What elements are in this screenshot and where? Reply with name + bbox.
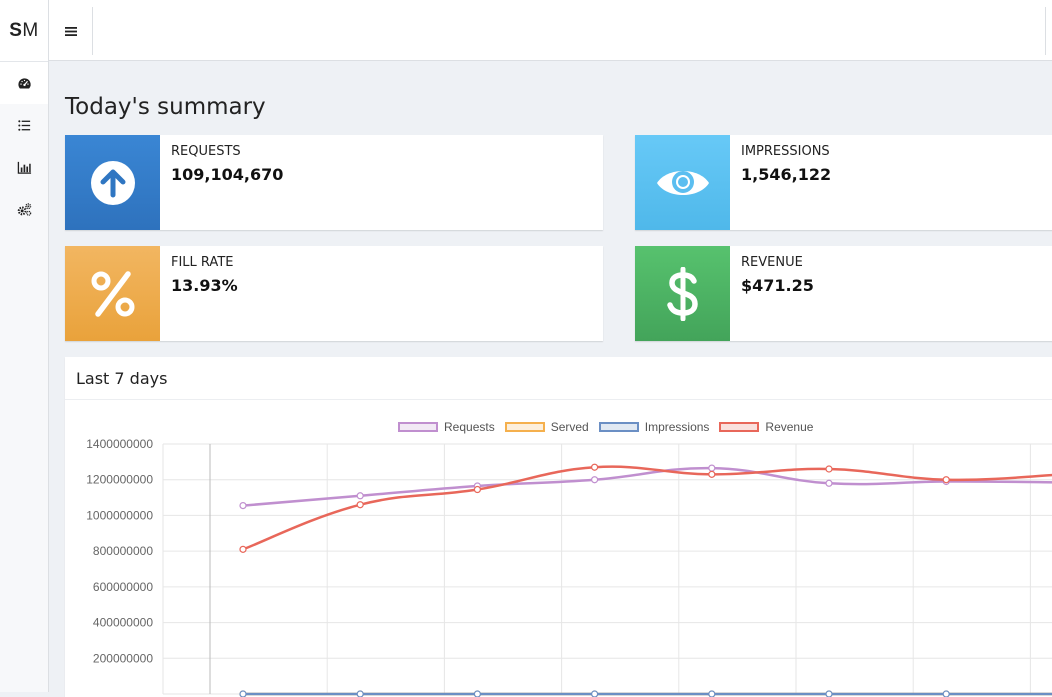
menu-toggle-button[interactable] (49, 7, 93, 55)
legend-item-revenue[interactable]: Revenue (719, 420, 813, 434)
eye-icon (656, 170, 709, 195)
y-tick-label: 800000000 (93, 544, 153, 558)
data-point-requests[interactable] (708, 464, 716, 472)
legend-item-requests[interactable]: Requests (398, 420, 495, 434)
impressions-card: IMPRESSIONS 1,546,122 (635, 135, 1052, 230)
data-point-requests[interactable] (590, 476, 599, 484)
logo-bold-letter: S (9, 19, 23, 41)
revenue-card: REVENUE $471.25 (635, 246, 1052, 341)
fill-rate-card-icon-box (65, 246, 160, 341)
legend-label: Revenue (765, 420, 814, 434)
requests-card-icon-box (65, 135, 160, 230)
data-point-requests[interactable] (239, 502, 247, 510)
hamburger-icon (64, 26, 77, 36)
impressions-label: IMPRESSIONS (741, 144, 830, 159)
legend-swatch (398, 422, 438, 432)
legend-label: Served (550, 420, 589, 434)
percent-icon (91, 270, 134, 317)
fill-rate-label: FILL RATE (171, 255, 234, 270)
revenue-value: $471.25 (741, 276, 814, 295)
logo-rest-letter: M (22, 19, 39, 41)
app-logo[interactable]: SM (0, 0, 48, 62)
data-point-requests[interactable] (356, 492, 364, 500)
legend-swatch (719, 422, 760, 432)
sidebar: SM (0, 0, 49, 692)
data-point-revenue[interactable] (473, 485, 481, 494)
y-tick-label: 200000000 (93, 651, 153, 665)
legend-label: Impressions (644, 420, 710, 434)
sidebar-item-dashboard[interactable] (0, 62, 48, 104)
chart-legend: Requests Served Impressions Revenue (398, 420, 823, 434)
gears-icon (17, 202, 31, 216)
data-point-revenue[interactable] (356, 501, 364, 509)
y-tick-label: 1200000000 (86, 473, 153, 487)
data-point-revenue[interactable] (942, 476, 950, 484)
series-line-requests (242, 466, 1052, 507)
dollar-icon (666, 266, 698, 321)
page-title: Today's summary (65, 94, 266, 120)
requests-label: REQUESTS (171, 144, 241, 159)
fill-rate-card: FILL RATE 13.93% (65, 246, 603, 341)
revenue-card-icon-box (635, 246, 730, 341)
requests-value: 109,104,670 (171, 165, 284, 184)
legend-item-impressions[interactable]: Impressions (598, 420, 710, 434)
y-tick-label: 1400000000 (86, 437, 153, 451)
requests-card: REQUESTS 109,104,670 (65, 135, 603, 230)
data-point-revenue[interactable] (708, 470, 716, 478)
bar-chart-icon (17, 161, 31, 174)
sidebar-item-settings[interactable] (0, 188, 48, 230)
legend-swatch (598, 422, 639, 432)
sidebar-item-list[interactable] (0, 104, 48, 146)
revenue-label: REVENUE (741, 255, 803, 270)
y-tick-label: 400000000 (93, 616, 153, 630)
y-tick-label: 600000000 (93, 580, 153, 594)
impressions-card-icon-box (635, 135, 730, 230)
legend-swatch (504, 422, 545, 432)
list-icon (17, 119, 30, 131)
line-chart: 1400000000 1200000000 1000000000 800000000 6… (86, 437, 1052, 697)
data-point-requests[interactable] (825, 479, 833, 487)
sidebar-item-reports[interactable] (0, 146, 48, 188)
arrow-up-circle-icon (90, 160, 135, 205)
series-line-revenue (242, 465, 1052, 551)
data-point-revenue[interactable] (239, 545, 247, 553)
impressions-value: 1,546,122 (741, 165, 832, 184)
dashboard-gauge-icon (17, 77, 31, 88)
legend-item-served[interactable]: Served (504, 420, 589, 434)
y-tick-label: 1000000000 (86, 508, 153, 522)
data-point-revenue[interactable] (590, 463, 599, 471)
last-7-days-panel: Last 7 days 1400000000 1200000000 10000000… (65, 357, 1052, 697)
topbar-divider (1045, 7, 1046, 55)
top-bar (49, 0, 1052, 61)
legend-label: Requests (444, 420, 495, 434)
fill-rate-value: 13.93% (171, 276, 238, 295)
data-point-revenue[interactable] (825, 465, 833, 473)
